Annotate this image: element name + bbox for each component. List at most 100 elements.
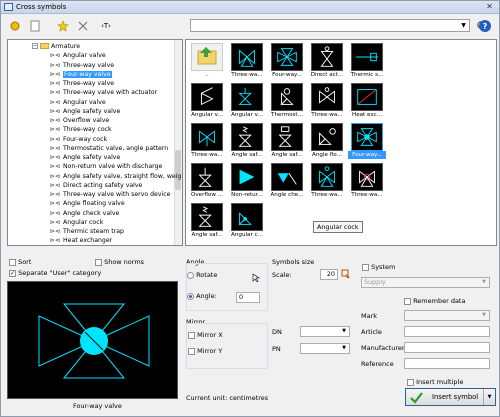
angle-label: Angle:: [196, 292, 217, 300]
tree-item[interactable]: ⊳⊲ Angle floating valve: [50, 199, 125, 208]
insert-symbol-button[interactable]: Insert symbol ▼: [405, 388, 496, 406]
remember-data-check[interactable]: [404, 297, 411, 305]
system-select[interactable]: Supply ▼: [361, 277, 490, 288]
symbol-cell[interactable]: Thermost...: [268, 82, 306, 120]
search-input[interactable]: ▼: [190, 19, 470, 32]
rotate-radio-button[interactable]: [187, 271, 194, 279]
symbol-cell[interactable]: Direct act...: [308, 42, 346, 80]
show-norms-check[interactable]: [95, 258, 102, 266]
system-checkbox[interactable]: System: [362, 263, 395, 271]
insert-multiple-checkbox[interactable]: Insert multiple: [407, 378, 463, 386]
manufacturer-input[interactable]: [404, 342, 490, 353]
mirror-x-check[interactable]: [188, 331, 195, 339]
symbol-cell[interactable]: Angle saf...: [228, 122, 266, 160]
delete-button[interactable]: [75, 18, 91, 34]
tree-item[interactable]: ⊳⊲ Three-way valve: [50, 61, 114, 70]
valve-icon: ⊳⊲: [50, 218, 61, 226]
symbol-cell-label: Three-wa...: [311, 112, 343, 118]
tree-item[interactable]: ⊳⊲ Angular valve: [50, 51, 106, 60]
symbol-cell[interactable]: Three-wa...: [348, 162, 386, 200]
symbol-cell[interactable]: Three-wa...: [308, 82, 346, 120]
reference-input[interactable]: [404, 358, 490, 369]
symbol-cell-label: Thermost...: [271, 112, 303, 118]
sort-checkbox[interactable]: Sort: [9, 258, 31, 266]
symbol-thumbnail: [351, 43, 383, 71]
chevron-down-icon[interactable]: ▼: [459, 21, 468, 30]
symbol-cell[interactable]: Angle saf...: [188, 202, 226, 240]
tree-folder-armature[interactable]: − Armature: [32, 42, 80, 51]
symbol-cell[interactable]: Angular c...: [228, 202, 266, 240]
close-icon[interactable]: ✕: [483, 2, 496, 12]
symbol-cell[interactable]: Three-wa...: [228, 42, 266, 80]
grid-parent-folder[interactable]: ..: [188, 42, 226, 80]
tree-item[interactable]: ⊳⊲ Angular cock: [50, 218, 103, 227]
tree-item[interactable]: ⊳⊲ Angle safety valve: [50, 153, 120, 162]
tree-item[interactable]: ⊳⊲ Four-way valve: [50, 70, 112, 79]
symbol-thumbnail: [351, 123, 383, 151]
tree-item[interactable]: ⊳⊲ Three-way valve with servo device: [50, 190, 170, 199]
tree-item[interactable]: ⊳⊲ Angle safety valve: [50, 107, 120, 116]
text-tag-button[interactable]: ‹T›: [97, 18, 115, 34]
help-icon[interactable]: ?: [479, 20, 491, 32]
tree-item[interactable]: ⊳⊲ Heat exchanger: [50, 236, 112, 245]
dn-select[interactable]: ▼: [300, 326, 350, 337]
angle-radio[interactable]: Angle:: [187, 292, 217, 300]
pn-select[interactable]: ▼: [300, 343, 350, 354]
mark-select[interactable]: ▼: [404, 310, 490, 321]
valve-symbol-icon: [319, 166, 335, 187]
angle-input[interactable]: 0: [236, 292, 260, 303]
symbol-cell[interactable]: Angular v...: [228, 82, 266, 120]
add-symbol-button[interactable]: [7, 18, 23, 34]
symbol-cell[interactable]: Angle saf...: [268, 122, 306, 160]
sort-check[interactable]: [9, 258, 16, 266]
scale-pick-icon[interactable]: [341, 269, 351, 279]
symbol-cell[interactable]: Four-way...: [348, 122, 386, 160]
tree-item[interactable]: ⊳⊲ Angular valve: [50, 98, 106, 107]
tree-item[interactable]: ⊳⊲ Thermostatic valve, angle pattern: [50, 144, 168, 153]
tree-item[interactable]: ⊳⊲ Direct acting safety valve: [50, 181, 142, 190]
symbol-cell[interactable]: Three-wa...: [308, 162, 346, 200]
mirror-x-checkbox[interactable]: Mirror X: [188, 331, 223, 339]
tree-item[interactable]: ⊳⊲ Overflow valve: [50, 116, 109, 125]
tree-item[interactable]: ⊳⊲ Non-return valve with discharge: [50, 162, 162, 171]
symbol-tree[interactable]: − Armature ⊳⊲ Angular valve ⊳⊲ Three-way valv…: [7, 39, 183, 246]
symbol-cell[interactable]: Non-retur...: [228, 162, 266, 200]
mirror-y-check[interactable]: [188, 347, 195, 355]
tree-item[interactable]: ⊳⊲ Three-way valve: [50, 79, 114, 88]
tree-item[interactable]: ⊳⊲ Angle safety valve, straight flow, wei…: [50, 172, 182, 181]
tree-item[interactable]: ⊳⊲ Three-way cock: [50, 125, 112, 134]
symbol-grid[interactable]: .. Three-wa... Four-way... Direct act... The…: [185, 39, 497, 246]
insert-dropdown-icon[interactable]: ▼: [483, 389, 495, 405]
new-folder-button[interactable]: [27, 18, 43, 34]
valve-symbol-icon: [280, 88, 294, 106]
scale-input[interactable]: 20: [320, 269, 338, 280]
symbol-cell[interactable]: Three-wa...: [188, 122, 226, 160]
angle-radio-button[interactable]: [187, 292, 194, 300]
symbol-cell[interactable]: Overflow ...: [188, 162, 226, 200]
tree-item-label: Overflow valve: [63, 117, 110, 124]
system-check[interactable]: [362, 263, 369, 271]
tree-item[interactable]: ⊳⊲ Four-way cock: [50, 135, 107, 144]
show-norms-checkbox[interactable]: Show norms: [95, 258, 144, 266]
article-input[interactable]: [404, 326, 490, 337]
tree-item[interactable]: ⊳⊲ Angle check valve: [50, 209, 119, 218]
rotate-radio[interactable]: Rotate: [187, 271, 217, 279]
tree-item[interactable]: ⊳⊲ Thermic steam trap: [50, 227, 124, 236]
mirror-y-checkbox[interactable]: Mirror Y: [188, 347, 222, 355]
symbol-cell[interactable]: Angular v...: [188, 82, 226, 120]
symbol-cell[interactable]: Heat exc...: [348, 82, 386, 120]
collapse-icon[interactable]: −: [32, 43, 38, 49]
symbol-cell[interactable]: Angle che...: [268, 162, 306, 200]
symbol-cell[interactable]: Angle flo...: [308, 122, 346, 160]
separate-user-checkbox[interactable]: ✓ Separate "User" category: [9, 269, 101, 277]
tree-scrollbar[interactable]: [174, 40, 182, 245]
separate-user-check[interactable]: ✓: [9, 269, 16, 277]
symbol-cell[interactable]: Four-way...: [268, 42, 306, 80]
favorite-button[interactable]: [55, 18, 71, 34]
insert-multiple-check[interactable]: [407, 378, 414, 386]
symbol-cell[interactable]: Thermic s...: [348, 42, 386, 80]
symbol-thumbnail: [231, 123, 263, 151]
scrollbar-thumb[interactable]: [175, 150, 181, 190]
tree-item[interactable]: ⊳⊲ Three-way valve with actuator: [50, 88, 157, 97]
remember-data-checkbox[interactable]: Remember data: [404, 297, 465, 305]
